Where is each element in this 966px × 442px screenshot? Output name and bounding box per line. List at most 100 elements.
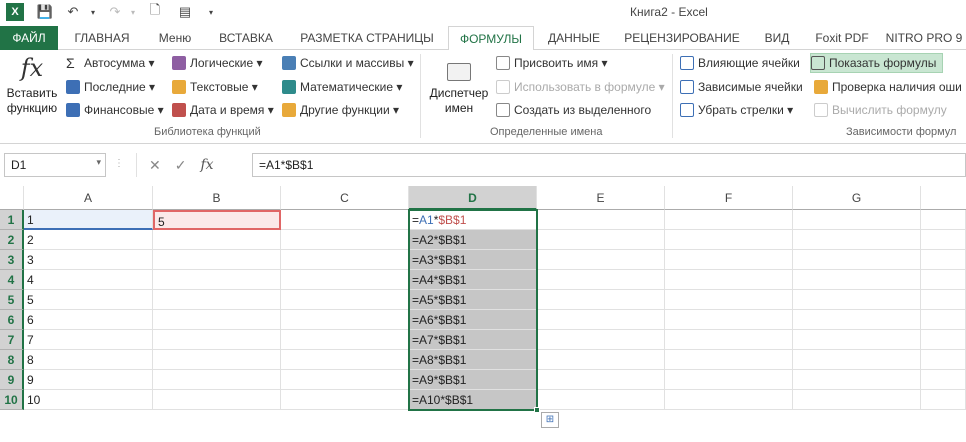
cell-a6[interactable]: 6: [24, 310, 153, 330]
column-header-g[interactable]: G: [793, 186, 921, 210]
cell-d7[interactable]: =A7*$B$1: [409, 330, 537, 350]
cell-b6[interactable]: [153, 310, 281, 330]
cell-b8[interactable]: [153, 350, 281, 370]
cell-b7[interactable]: [153, 330, 281, 350]
tab-foxit-pdf[interactable]: Foxit PDF: [806, 26, 878, 50]
datetime-button[interactable]: Дата и время ▾: [172, 100, 274, 120]
cell-g9[interactable]: [793, 370, 921, 390]
cell-f10[interactable]: [665, 390, 793, 410]
cell-f3[interactable]: [665, 250, 793, 270]
text-button[interactable]: Текстовые ▾: [172, 77, 258, 97]
cell-a2[interactable]: 2: [24, 230, 153, 250]
cell-h10[interactable]: [921, 390, 966, 410]
chevron-down-icon[interactable]: ▾: [96, 157, 101, 168]
cell-f7[interactable]: [665, 330, 793, 350]
cell-h2[interactable]: [921, 230, 966, 250]
cell-d5[interactable]: =A5*$B$1: [409, 290, 537, 310]
redo-dropdown-icon[interactable]: ▾: [124, 3, 142, 21]
define-name-button[interactable]: Присвоить имя ▾: [496, 53, 608, 73]
use-in-formula-button[interactable]: Использовать в формуле ▾: [496, 77, 665, 97]
name-box[interactable]: D1 ▾: [4, 153, 106, 177]
tab-home[interactable]: ГЛАВНАЯ: [62, 26, 142, 50]
cell-d4[interactable]: =A4*$B$1: [409, 270, 537, 290]
cell-g3[interactable]: [793, 250, 921, 270]
cell-a10[interactable]: 10: [24, 390, 153, 410]
recent-button[interactable]: Последние ▾: [66, 77, 155, 97]
cell-a5[interactable]: 5: [24, 290, 153, 310]
cell-e2[interactable]: [537, 230, 665, 250]
cell-g10[interactable]: [793, 390, 921, 410]
cell-h9[interactable]: [921, 370, 966, 390]
tab-page-layout[interactable]: РАЗМЕТКА СТРАНИЦЫ: [290, 26, 444, 50]
logical-button[interactable]: Логические ▾: [172, 53, 263, 73]
cell-b5[interactable]: [153, 290, 281, 310]
undo-icon[interactable]: ↶: [64, 3, 82, 21]
cell-a4[interactable]: 4: [24, 270, 153, 290]
row-header-6[interactable]: 6: [0, 310, 24, 330]
cell-h8[interactable]: [921, 350, 966, 370]
cell-e4[interactable]: [537, 270, 665, 290]
cell-e5[interactable]: [537, 290, 665, 310]
column-header-d[interactable]: D: [409, 186, 537, 210]
row-header-8[interactable]: 8: [0, 350, 24, 370]
cell-d10[interactable]: =A10*$B$1: [409, 390, 537, 410]
cell-c8[interactable]: [281, 350, 409, 370]
cell-e7[interactable]: [537, 330, 665, 350]
column-header-e[interactable]: E: [537, 186, 665, 210]
tab-menu[interactable]: Меню: [146, 26, 204, 50]
cell-h7[interactable]: [921, 330, 966, 350]
cell-e10[interactable]: [537, 390, 665, 410]
cell-e1[interactable]: [537, 210, 665, 230]
cell-b3[interactable]: [153, 250, 281, 270]
other-functions-button[interactable]: Другие функции ▾: [282, 100, 399, 120]
cell-c10[interactable]: [281, 390, 409, 410]
cell-e8[interactable]: [537, 350, 665, 370]
cell-c5[interactable]: [281, 290, 409, 310]
drag-handle-icon[interactable]: ⋮: [114, 158, 124, 169]
error-checking-button[interactable]: Проверка наличия оши: [814, 77, 962, 97]
cell-b9[interactable]: [153, 370, 281, 390]
cell-c7[interactable]: [281, 330, 409, 350]
customize-toolbar-icon[interactable]: ▾: [202, 3, 220, 21]
quick-analysis-icon[interactable]: ⊞: [541, 412, 559, 428]
column-header-h[interactable]: [921, 186, 966, 210]
tab-file[interactable]: ФАЙЛ: [0, 26, 58, 50]
cell-a1[interactable]: 1: [24, 210, 153, 230]
financial-button[interactable]: Финансовые ▾: [66, 100, 164, 120]
column-header-a[interactable]: A: [24, 186, 153, 210]
cell-g6[interactable]: [793, 310, 921, 330]
cell-a3[interactable]: 3: [24, 250, 153, 270]
cell-c9[interactable]: [281, 370, 409, 390]
row-header-7[interactable]: 7: [0, 330, 24, 350]
formula-input[interactable]: =A1*$B$1: [252, 153, 966, 177]
cell-c3[interactable]: [281, 250, 409, 270]
cell-c1[interactable]: [281, 210, 409, 230]
cell-h1[interactable]: [921, 210, 966, 230]
cell-d2[interactable]: =A2*$B$1: [409, 230, 537, 250]
insert-function-button[interactable]: fx Вставить функцию: [4, 54, 60, 116]
tab-nitro-pro[interactable]: NITRO PRO 9: [882, 26, 966, 50]
show-formulas-button[interactable]: Показать формулы: [810, 53, 944, 73]
cell-h3[interactable]: [921, 250, 966, 270]
cell-b10[interactable]: [153, 390, 281, 410]
autosum-button[interactable]: Σ Автосумма ▾: [66, 53, 155, 73]
cell-g4[interactable]: [793, 270, 921, 290]
cell-e9[interactable]: [537, 370, 665, 390]
fx-icon[interactable]: fx: [200, 157, 213, 173]
cell-g7[interactable]: [793, 330, 921, 350]
select-all-corner[interactable]: [0, 186, 24, 210]
cell-f2[interactable]: [665, 230, 793, 250]
cell-b1[interactable]: 5: [153, 210, 281, 230]
row-header-2[interactable]: 2: [0, 230, 24, 250]
cell-a7[interactable]: 7: [24, 330, 153, 350]
row-header-1[interactable]: 1: [0, 210, 24, 230]
row-header-5[interactable]: 5: [0, 290, 24, 310]
cell-c2[interactable]: [281, 230, 409, 250]
cell-c4[interactable]: [281, 270, 409, 290]
form-icon[interactable]: ▤: [176, 3, 194, 21]
cell-e3[interactable]: [537, 250, 665, 270]
tab-review[interactable]: РЕЦЕНЗИРОВАНИЕ: [614, 26, 750, 50]
math-button[interactable]: Математические ▾: [282, 77, 402, 97]
cell-d6[interactable]: =A6*$B$1: [409, 310, 537, 330]
cell-a8[interactable]: 8: [24, 350, 153, 370]
